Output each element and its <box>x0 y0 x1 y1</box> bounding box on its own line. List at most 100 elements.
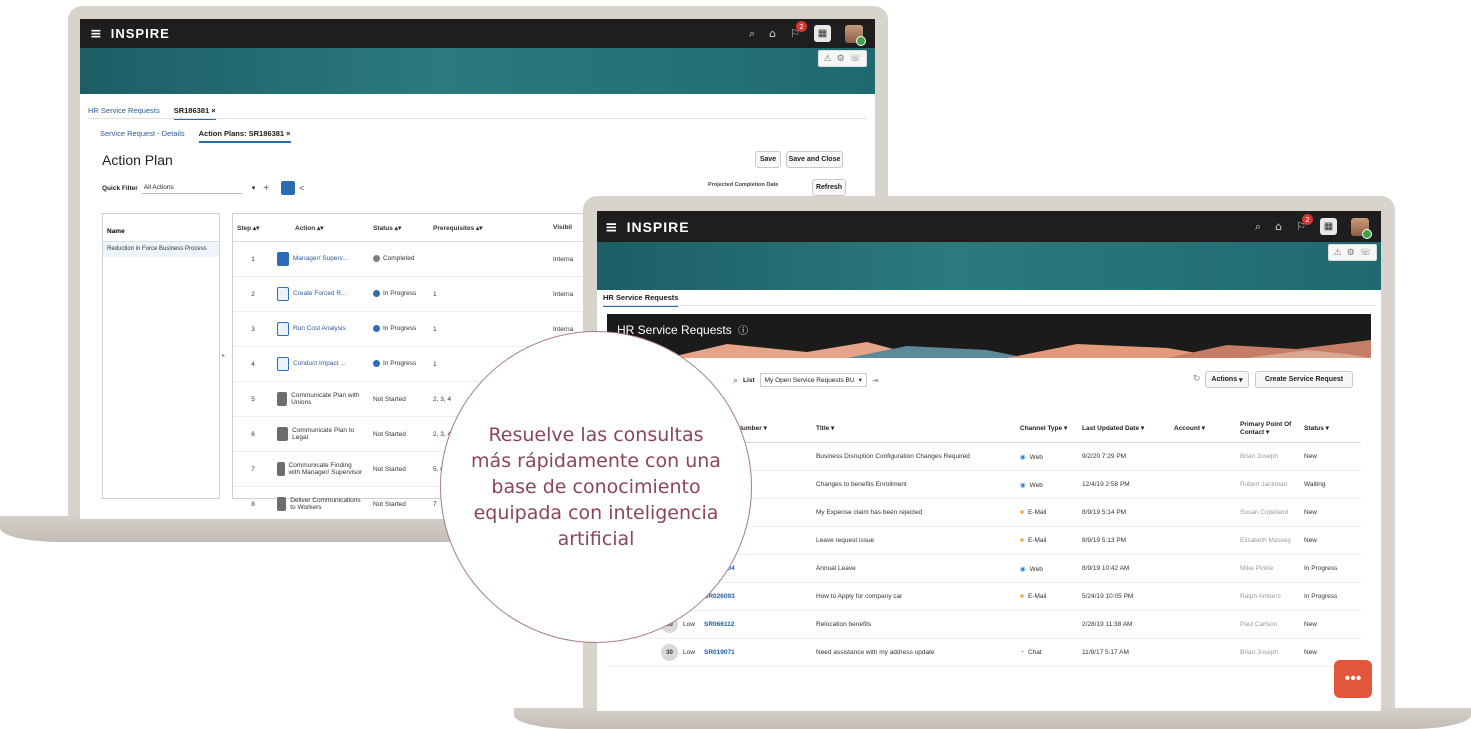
right-brand-name: INSPIRE <box>626 218 690 235</box>
alert-icon[interactable]: ⚠ <box>824 53 832 64</box>
status-cell: In Progress <box>369 290 429 298</box>
list-select[interactable]: My Open Service Requests BU ▾ <box>759 373 867 387</box>
share-icon[interactable]: < <box>299 183 304 193</box>
sr-table-row[interactable]: SR026093 How to Apply for company car ■ E-M… <box>607 583 1361 611</box>
status-text: Completed <box>383 255 415 263</box>
actions-button[interactable]: Actions ▾ <box>1205 371 1249 388</box>
contact-cell: Brian Joseph <box>1240 453 1278 460</box>
col-last-updated[interactable]: Last Updated Date ▾ <box>1079 425 1171 432</box>
col-primary-contact[interactable]: Primary Point Of Contact ▾ <box>1237 421 1301 436</box>
action-name[interactable]: Create Forced R... <box>293 290 346 297</box>
hamburger-menu-icon[interactable]: ≡ <box>90 26 103 42</box>
user-avatar[interactable] <box>1351 217 1372 239</box>
search-icon[interactable]: ⌕ <box>1255 220 1261 234</box>
col-channel-type[interactable]: Channel Type ▾ <box>1017 425 1079 432</box>
refresh-button[interactable]: Refresh <box>812 179 846 196</box>
col-account-label: Account <box>1174 424 1200 432</box>
notifications-icon[interactable]: ⚐ 2 <box>790 21 807 40</box>
col-prerequisites[interactable]: Prerequisites ▴▾ <box>429 224 549 232</box>
save-and-close-button[interactable]: Save and Close <box>786 151 843 168</box>
task-icon <box>277 357 289 371</box>
tab-divider <box>88 118 867 119</box>
status-cell: In Progress <box>1304 593 1338 600</box>
channel-text: Web <box>1029 481 1043 489</box>
col-step[interactable]: Step ▴▾ <box>233 224 273 232</box>
apps-grid-icon[interactable]: ▦ <box>814 25 831 42</box>
col-status[interactable]: Status ▾ <box>1301 425 1361 432</box>
title-cell: Need assistance with my address update <box>816 649 935 656</box>
hamburger-menu-icon[interactable]: ≡ <box>605 218 619 236</box>
sr-table-row[interactable]: 30 Low SR019071 Need assistance with my add… <box>607 639 1361 667</box>
action-name[interactable]: Conduct Impact ... <box>293 360 346 367</box>
reference-number-link[interactable]: SR019071 <box>701 649 813 656</box>
settings-icon[interactable]: ⚙ <box>837 53 845 64</box>
create-service-request-button[interactable]: Create Service Request <box>1255 371 1353 388</box>
reference-number-link[interactable]: SR066112 <box>701 621 813 628</box>
col-channel-type-label: Channel Type <box>1020 424 1063 432</box>
step-cell: 6 <box>251 430 255 438</box>
status-cell: New <box>1304 649 1318 656</box>
export-icon[interactable]: ⇥ <box>872 376 879 385</box>
phone-icon[interactable]: ☏ <box>1360 247 1371 258</box>
name-value[interactable]: Reduction in Force Business Process <box>103 242 219 258</box>
splitter-handle[interactable]: ▸ <box>222 352 225 359</box>
left-banner <box>80 48 875 94</box>
notifications-icon[interactable]: ⚐ 2 <box>1296 214 1313 233</box>
col-action[interactable]: Action ▴▾ <box>273 224 369 232</box>
channel-cell: ■ E-Mail <box>1017 593 1079 600</box>
home-icon[interactable]: ⌂ <box>1275 220 1282 233</box>
action-name[interactable]: Run Cost Analysis <box>293 325 346 332</box>
action-cell[interactable]: Run Cost Analysis <box>273 322 369 336</box>
chat-button[interactable]: ••• <box>1334 660 1372 698</box>
action-cell[interactable]: Conduct Impact ... <box>273 357 369 371</box>
save-button[interactable]: Save <box>755 151 781 168</box>
action-cell[interactable]: Create Forced R... <box>273 287 369 301</box>
status-text: Not Started <box>373 430 406 438</box>
col-status-label: Status <box>373 224 393 232</box>
action-cell[interactable]: Manager/ Superv... <box>273 252 369 266</box>
home-icon[interactable]: ⌂ <box>769 27 776 40</box>
col-title[interactable]: Title ▾ <box>813 425 1017 432</box>
refresh-icon[interactable]: ↻ <box>1193 373 1201 384</box>
subtab-details[interactable]: Service Request - Details <box>100 129 185 143</box>
subtab-action-plans[interactable]: Action Plans: SR186381 × <box>198 129 291 143</box>
priority-level: Low <box>683 621 695 628</box>
quick-filter: Quick Filter All Actions ▾ + < <box>102 181 304 195</box>
action-cell: Communicate Plan to Legal <box>273 427 369 442</box>
status-text: Not Started <box>373 500 406 508</box>
updated-cell: 11/8/17 5:17 AM <box>1082 649 1129 656</box>
left-brand-name: INSPIRE <box>110 26 170 41</box>
channel-text: Chat <box>1027 649 1042 656</box>
chevron-down-icon[interactable]: ▾ <box>252 184 256 192</box>
col-account[interactable]: Account ▾ <box>1171 425 1237 432</box>
apps-grid-icon[interactable]: ▦ <box>1320 218 1337 235</box>
step-cell: 7 <box>251 465 255 473</box>
priority-badge: 30 <box>661 644 678 661</box>
phone-icon[interactable]: ☏ <box>850 53 861 64</box>
alert-icon[interactable]: ⚠ <box>1334 247 1342 258</box>
status-cell: Not Started <box>369 431 429 438</box>
notification-count: 2 <box>1302 214 1313 225</box>
grid-view-icon[interactable] <box>281 181 296 195</box>
task-icon <box>277 427 289 441</box>
search-icon[interactable]: ⌕ <box>749 27 755 41</box>
status-cell: New <box>1304 621 1318 628</box>
list-search-icon[interactable]: ⌕ <box>733 375 738 386</box>
action-name[interactable]: Manager/ Superv... <box>293 255 348 262</box>
title-cell: Relocation benefits <box>816 621 872 628</box>
title-cell: Annual Leave <box>816 565 856 572</box>
step-cell: 2 <box>251 290 255 298</box>
reference-number-link[interactable]: SR026093 <box>701 593 813 600</box>
add-icon[interactable]: + <box>263 183 269 194</box>
action-plan-title: Action Plan <box>102 152 173 168</box>
status-cell: In Progress <box>369 325 429 333</box>
col-status[interactable]: Status ▴▾ <box>369 224 429 232</box>
email-icon: ■ <box>1020 509 1024 516</box>
chevron-down-icon: ▾ <box>858 377 862 384</box>
sr-table-row[interactable]: 30LowSR066112Relocation benefits2/28/19 … <box>607 611 1361 639</box>
col-prerequisites-label: Prerequisites <box>433 224 475 232</box>
settings-icon[interactable]: ⚙ <box>1347 247 1355 258</box>
quick-filter-select[interactable]: All Actions <box>141 182 242 194</box>
right-brand: ≡ INSPIRE <box>605 218 690 236</box>
user-avatar[interactable] <box>845 24 866 46</box>
